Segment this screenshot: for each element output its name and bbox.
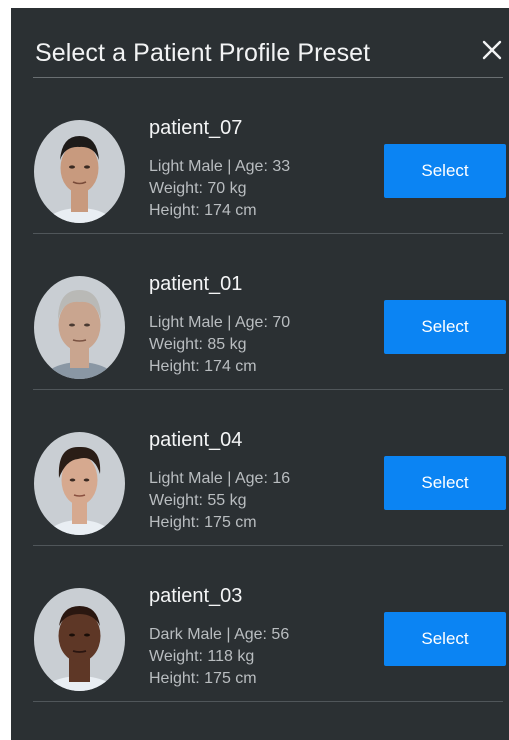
list-item: patient_03 Dark Male | Age: 56 Weight: 1… — [11, 546, 509, 702]
patient-name: patient_07 — [149, 117, 243, 139]
dialog-header: Select a Patient Profile Preset — [11, 8, 509, 80]
patient-list: patient_07 Light Male | Age: 33 Weight: … — [11, 78, 509, 702]
patient-description: Light Male | Age: 70 — [149, 314, 291, 331]
patient-preset-dialog: Select a Patient Profile Preset patient_… — [11, 8, 509, 740]
patient-name: patient_03 — [149, 585, 243, 607]
select-button[interactable]: Select — [384, 300, 506, 354]
patient-weight: Weight: 118 kg — [149, 648, 255, 665]
list-item: patient_01 Light Male | Age: 70 Weight: … — [11, 234, 509, 390]
list-item: patient_04 Light Male | Age: 16 Weight: … — [11, 390, 509, 546]
patient-height: Height: 175 cm — [149, 670, 257, 687]
patient-weight: Weight: 85 kg — [149, 336, 247, 353]
patient-height: Height: 175 cm — [149, 514, 257, 531]
select-button[interactable]: Select — [384, 612, 506, 666]
patient-description: Light Male | Age: 16 — [149, 470, 291, 487]
patient-weight: Weight: 70 kg — [149, 180, 247, 197]
patient-weight: Weight: 55 kg — [149, 492, 247, 509]
patient-description: Light Male | Age: 33 — [149, 158, 291, 175]
patient-details: Light Male | Age: 70 Weight: 85 kg Heigh… — [149, 312, 290, 378]
patient-details: Light Male | Age: 16 Weight: 55 kg Heigh… — [149, 468, 290, 534]
list-item: patient_07 Light Male | Age: 33 Weight: … — [11, 78, 509, 234]
dialog-title: Select a Patient Profile Preset — [35, 39, 371, 67]
patient-avatar — [34, 432, 125, 535]
patient-height: Height: 174 cm — [149, 358, 257, 375]
patient-name: patient_04 — [149, 429, 243, 451]
patient-description: Dark Male | Age: 56 — [149, 626, 290, 643]
select-button[interactable]: Select — [384, 144, 506, 198]
row-divider — [33, 701, 503, 702]
patient-avatar — [34, 588, 125, 691]
patient-avatar — [34, 276, 125, 379]
patient-details: Light Male | Age: 33 Weight: 70 kg Heigh… — [149, 156, 290, 222]
patient-avatar — [34, 120, 125, 223]
close-icon[interactable] — [481, 39, 503, 61]
patient-details: Dark Male | Age: 56 Weight: 118 kg Heigh… — [149, 624, 289, 690]
select-button[interactable]: Select — [384, 456, 506, 510]
patient-height: Height: 174 cm — [149, 202, 257, 219]
patient-name: patient_01 — [149, 273, 243, 295]
